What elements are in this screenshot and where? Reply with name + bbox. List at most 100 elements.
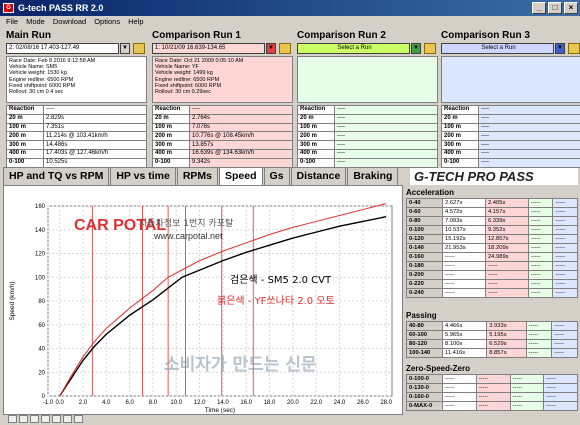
- run-select[interactable]: Select a Run: [297, 43, 410, 54]
- maximize-icon[interactable]: □: [548, 2, 562, 14]
- run-select[interactable]: Select a Run: [441, 43, 554, 54]
- row-value: ----: [334, 113, 438, 124]
- copy-icon[interactable]: [52, 415, 61, 423]
- table-row: 300 m 13.857s: [152, 140, 293, 150]
- tab-hp-time[interactable]: HP vs time: [110, 167, 176, 185]
- row-label: 0-160: [406, 252, 443, 262]
- chevron-down-icon[interactable]: ▼: [120, 43, 130, 54]
- table-row: 40-80 4.466s 3.933s ----- -----: [406, 321, 578, 331]
- folder-icon[interactable]: [424, 43, 436, 54]
- run-results-table: Reaction ---- 20 m ---- 100 m ---- 200 m ---- 30…: [441, 105, 580, 168]
- menu-bar: File Mode Download Options Help: [0, 16, 580, 27]
- row-value: -----: [552, 243, 578, 253]
- tab-speed[interactable]: Speed: [219, 167, 263, 185]
- menu-download[interactable]: Download: [53, 16, 86, 27]
- tab-rpms[interactable]: RPMs: [176, 167, 219, 185]
- row-value: -----: [552, 234, 578, 244]
- row-label: 100 m: [152, 122, 190, 133]
- reset-zoom-icon[interactable]: [41, 415, 50, 423]
- row-value: 10.776s @ 108.45km/h: [189, 131, 293, 142]
- row-label: 0-MAX-0: [406, 401, 443, 411]
- legend-black: 검은색 - SM5 2.0 CVT: [230, 274, 332, 286]
- menu-help[interactable]: Help: [128, 16, 143, 27]
- folder-icon[interactable]: [279, 43, 291, 54]
- row-value: 7.093s: [442, 216, 486, 226]
- settings-icon[interactable]: [74, 415, 83, 423]
- row-value: -----: [527, 288, 554, 298]
- row-value: ----: [478, 105, 580, 115]
- row-value: -----: [527, 216, 554, 226]
- folder-icon[interactable]: [133, 43, 145, 54]
- speed-chart-panel: 0 20 40 60 80 100 120 140 160 -1.0 0.0 2.0 4.0 6.0 8.0…: [3, 185, 403, 415]
- row-label: 200 m: [6, 131, 44, 142]
- row-value: ----: [189, 105, 293, 115]
- print-icon[interactable]: [63, 415, 72, 423]
- row-value: -----: [509, 383, 545, 393]
- table-row: 0-130-0 ----- ----- ----- -----: [406, 383, 578, 393]
- site-url: www.carpotal.net: [153, 231, 223, 241]
- row-value: -----: [442, 270, 486, 280]
- row-label: Reaction: [441, 105, 479, 115]
- row-value: 15.192s: [442, 234, 486, 244]
- side-acceleration: Acceleration 0-40 2.627s 2.405s ----- ----- 0-…: [406, 187, 578, 298]
- y-tick-label: 140: [35, 228, 46, 234]
- folder-icon[interactable]: [568, 43, 580, 54]
- row-label: 0-220: [406, 279, 443, 289]
- minimize-icon[interactable]: _: [532, 2, 546, 14]
- tab-braking[interactable]: Braking: [347, 167, 399, 185]
- menu-options[interactable]: Options: [94, 16, 120, 27]
- row-label: 0-100: [406, 225, 443, 235]
- chevron-down-icon[interactable]: ▼: [411, 43, 421, 54]
- table-row: 0-100 ----: [441, 157, 580, 168]
- row-value: 2.764s: [189, 113, 293, 124]
- run-select[interactable]: 2: 02/08/16 17.403-127.49: [6, 43, 119, 54]
- row-value: -----: [527, 207, 554, 217]
- row-label: 60-100: [406, 330, 443, 340]
- chevron-down-icon[interactable]: ▼: [555, 43, 565, 54]
- chevron-down-icon[interactable]: ▼: [266, 43, 276, 54]
- table-row: 0-100 10.525s: [6, 157, 147, 168]
- row-label: 0-200: [406, 270, 443, 280]
- row-value: ----: [334, 131, 438, 142]
- row-label: 0-40: [406, 198, 443, 208]
- row-label: 400 m: [6, 148, 44, 159]
- row-value: 4.466s: [441, 321, 488, 331]
- row-value: -----: [543, 383, 578, 393]
- row-label: 100 m: [297, 122, 335, 133]
- row-value: 2.405s: [484, 198, 529, 208]
- side-heading: Passing: [406, 311, 437, 320]
- menu-file[interactable]: File: [6, 16, 18, 27]
- close-icon[interactable]: ×: [564, 2, 578, 14]
- row-value: 10.525s: [43, 157, 147, 168]
- row-label: 100 m: [441, 122, 479, 133]
- run-select[interactable]: 1: 10/21/09 16.639-134.65: [152, 43, 265, 54]
- y-tick-label: 120: [35, 252, 46, 258]
- table-row: 100 m 7.351s: [6, 122, 147, 133]
- pan-icon[interactable]: [30, 415, 39, 423]
- table-row: 200 m 11.214s @ 103.41km/h: [6, 131, 147, 142]
- row-label: 200 m: [297, 131, 335, 142]
- x-tick-label: 22.0: [310, 400, 322, 406]
- row-value: -----: [527, 279, 554, 289]
- tab-distance[interactable]: Distance: [290, 167, 347, 185]
- row-label: 300 m: [152, 140, 190, 150]
- tab-gs[interactable]: Gs: [263, 167, 290, 185]
- row-value: ----: [334, 122, 438, 133]
- x-tick-label: 26.0: [357, 400, 369, 406]
- row-value: -----: [475, 374, 511, 384]
- x-tick-label: 0.0: [55, 400, 64, 406]
- table-row: 60-100 5.965s 5.195s ----- -----: [406, 330, 578, 340]
- watermark: 소비자가 만드는 신문: [164, 355, 317, 375]
- row-value: 5.965s: [441, 330, 488, 340]
- row-value: 12.857s: [484, 234, 529, 244]
- gtech-pass-logo: G-TECH PRO PASS: [410, 168, 578, 185]
- table-row: 0-100 9.342s: [152, 157, 293, 168]
- row-value: -----: [552, 198, 578, 208]
- table-row: 300 m ----: [297, 140, 438, 150]
- zoom-in-icon[interactable]: [8, 415, 17, 423]
- zoom-out-icon[interactable]: [19, 415, 28, 423]
- row-value: -----: [484, 270, 529, 280]
- menu-mode[interactable]: Mode: [26, 16, 45, 27]
- x-tick-label: 12.0: [194, 400, 206, 406]
- tab-hp-tq-rpm[interactable]: HP and TQ vs RPM: [3, 167, 110, 185]
